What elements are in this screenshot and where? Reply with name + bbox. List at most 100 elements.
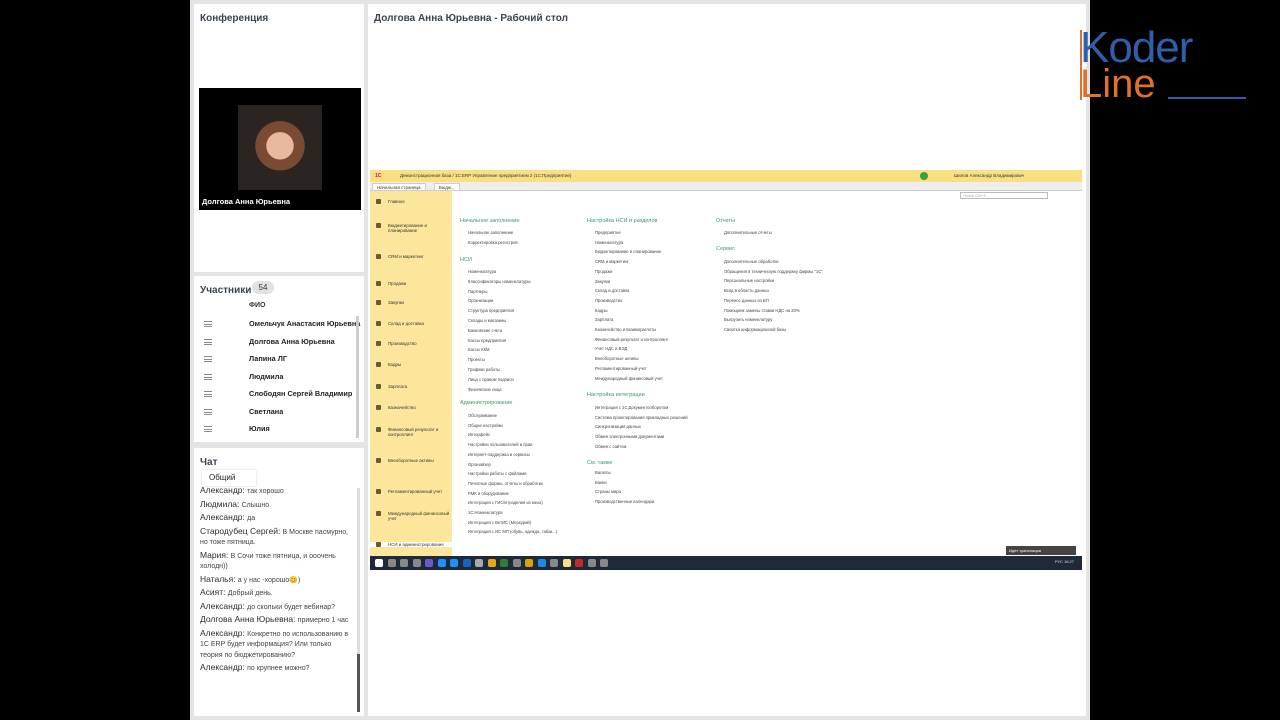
onec-link[interactable]: Вход в область данных <box>724 288 769 293</box>
onec-sidebar-item[interactable]: Регламентированный учет <box>370 489 452 495</box>
onec-link[interactable]: Кассы предприятия <box>468 338 506 343</box>
onec-link[interactable]: Производственные календари <box>595 499 654 504</box>
taskbar-app-icon[interactable] <box>425 559 433 567</box>
participant-row[interactable]: Людмила <box>194 369 356 387</box>
onec-link[interactable]: Настройки работы с файлами <box>468 471 526 476</box>
onec-link[interactable]: Внеоборотные активы <box>595 356 639 361</box>
onec-link[interactable]: Настройки пользователей и прав <box>468 442 532 447</box>
taskbar-app-icon[interactable] <box>537 559 546 567</box>
onec-sidebar-item[interactable]: Внеоборотные активы <box>370 458 452 464</box>
taskbar-app-icon[interactable] <box>412 559 421 567</box>
taskbar-app-icon[interactable] <box>587 559 596 567</box>
onec-sidebar-item[interactable]: НСИ и администрирование <box>370 542 452 548</box>
onec-search-input[interactable]: Поиск Ctrl+F <box>960 192 1048 199</box>
onec-sidebar-item[interactable]: CRM и маркетинг <box>370 254 452 260</box>
onec-link[interactable]: Номенклатура <box>595 240 623 245</box>
onec-sidebar-item[interactable]: Закупки <box>370 299 452 305</box>
onec-link[interactable]: Физические лица <box>468 387 502 392</box>
onec-link[interactable]: Страны мира <box>595 489 621 494</box>
onec-sidebar-item[interactable]: Международный финансовый учет <box>370 511 452 521</box>
menu-icon[interactable] <box>204 408 212 415</box>
onec-link[interactable]: Финансовый результат и контроллинг <box>595 337 668 342</box>
onec-link[interactable]: Перенос данных из БП <box>724 298 769 303</box>
onec-link[interactable]: Начальное заполнение <box>468 230 513 235</box>
onec-link[interactable]: Проекты <box>468 357 485 362</box>
chat-tab-general[interactable]: Общий <box>202 470 256 486</box>
taskbar-app-icon[interactable] <box>562 559 571 567</box>
onec-sidebar-item[interactable]: Производство <box>370 340 452 346</box>
onec-link[interactable]: Интеграция с ИС МП (обувь, одежда, табак… <box>468 529 557 534</box>
onec-tab-budget[interactable]: Бюдж... <box>434 183 460 191</box>
onec-link[interactable]: Персональные настройки <box>724 278 774 283</box>
onec-link[interactable]: Обмен с сайтом <box>595 444 626 449</box>
taskbar-app-icon[interactable] <box>450 559 458 567</box>
participant-row[interactable]: Долгова Анна Юрьевна <box>194 334 356 352</box>
onec-link[interactable]: Бюджетирование и планирование <box>595 249 661 254</box>
onec-link[interactable]: Продажи <box>595 269 613 274</box>
onec-link[interactable]: Организации <box>468 298 493 303</box>
participant-row[interactable]: Лапина ЛГ <box>194 351 356 369</box>
onec-link[interactable]: Синхронизация данных <box>595 424 641 429</box>
taskbar-app-icon[interactable] <box>600 559 608 567</box>
onec-link[interactable]: РМК и оборудование <box>468 491 509 496</box>
menu-icon[interactable] <box>204 356 212 362</box>
onec-link[interactable]: Международный финансовый учет <box>595 376 663 381</box>
onec-link[interactable]: Предприятие <box>595 230 621 235</box>
onec-sidebar-item[interactable]: Продажи <box>370 280 452 286</box>
taskbar-app-icon[interactable] <box>437 559 446 567</box>
onec-sidebar-item[interactable]: Кадры <box>370 362 452 368</box>
onec-link[interactable]: Партнеры <box>468 289 487 294</box>
speaker-video[interactable]: Долгова Анна Юрьевна <box>199 88 361 210</box>
onec-link[interactable]: Банковские счета <box>468 328 502 333</box>
onec-link[interactable]: Печатные формы, отчеты и обработки <box>468 481 543 486</box>
onec-tab-home[interactable]: Начальная страница <box>372 183 426 191</box>
onec-link[interactable]: Кадры <box>595 308 608 313</box>
onec-link[interactable]: Дополнительные обработки <box>724 259 778 264</box>
onec-link[interactable]: Выгрузить номенклатуру <box>724 317 772 322</box>
menu-icon[interactable] <box>204 426 212 432</box>
onec-sidebar-item[interactable]: Финансовый результат и контроллинг <box>370 427 452 437</box>
onec-link[interactable]: Дополнительные отчеты <box>724 230 772 235</box>
onec-link[interactable]: Лица с правом подписи <box>468 377 514 382</box>
onec-link[interactable]: Интеграция с ВетИС (Меркурий) <box>468 520 531 525</box>
onec-link[interactable]: Валюты <box>595 470 611 475</box>
onec-link[interactable]: Казначейство и взаиморасчеты <box>595 327 656 332</box>
taskbar-app-icon[interactable] <box>550 559 558 567</box>
onec-link[interactable]: Интеграция с ГИСМ (изделия из меха) <box>468 500 543 505</box>
onec-link[interactable]: Производство <box>595 298 622 303</box>
onec-link[interactable]: Система проектирования прикладных решени… <box>595 415 688 420</box>
menu-icon[interactable] <box>204 338 212 345</box>
taskbar-app-icon[interactable] <box>400 559 408 567</box>
participant-row[interactable]: Слободян Сергей Владимир <box>194 386 356 404</box>
chat-scrollbar-thumb[interactable] <box>357 654 360 712</box>
onec-link[interactable]: Обращения в техническую поддержку фирмы … <box>724 269 823 274</box>
onec-link[interactable]: Классификаторы номенклатуры <box>468 279 530 284</box>
onec-link[interactable]: Корректировка регистров <box>468 240 518 245</box>
onec-link[interactable]: Интернет-поддержка и сервисы <box>468 452 530 457</box>
onec-sidebar-item[interactable]: Бюджетирование и планирование <box>370 223 452 233</box>
onec-link[interactable]: Склад и доставка <box>595 288 629 293</box>
onec-link[interactable]: Графики работы <box>468 367 500 372</box>
onec-sidebar-item[interactable]: Склад и доставка <box>370 321 452 327</box>
taskbar-app-icon[interactable] <box>512 559 521 567</box>
onec-link[interactable]: Банки <box>595 480 607 485</box>
onec-link[interactable]: Обслуживание <box>468 413 497 418</box>
onec-link[interactable]: Обмен электронными документами <box>595 434 664 439</box>
onec-link[interactable]: Регламентированный учет <box>595 366 647 371</box>
taskbar-app-icon[interactable] <box>487 559 496 567</box>
participant-row[interactable]: Омельчук Анастасия Юрьевна <box>194 316 360 334</box>
onec-link[interactable]: Интеграция с 1С:Документооборотом <box>595 405 668 410</box>
taskbar-app-icon[interactable] <box>575 559 583 567</box>
onec-sidebar-item[interactable]: Казначейство <box>370 405 452 411</box>
taskbar-app-icon[interactable] <box>375 559 383 567</box>
participant-row[interactable]: Юлия <box>194 421 356 439</box>
onec-link[interactable]: Интерфейс <box>468 432 490 437</box>
taskbar-app-icon[interactable] <box>475 559 483 567</box>
onec-link[interactable]: Зарплата <box>595 317 613 322</box>
taskbar-app-icon[interactable] <box>525 559 533 567</box>
onec-link[interactable]: Общие настройки <box>468 423 503 428</box>
onec-link[interactable]: Органайзер <box>468 462 491 467</box>
onec-link[interactable]: Свертка информационной базы <box>724 327 786 332</box>
taskbar-app-icon[interactable] <box>462 559 471 567</box>
menu-icon[interactable] <box>204 321 212 327</box>
